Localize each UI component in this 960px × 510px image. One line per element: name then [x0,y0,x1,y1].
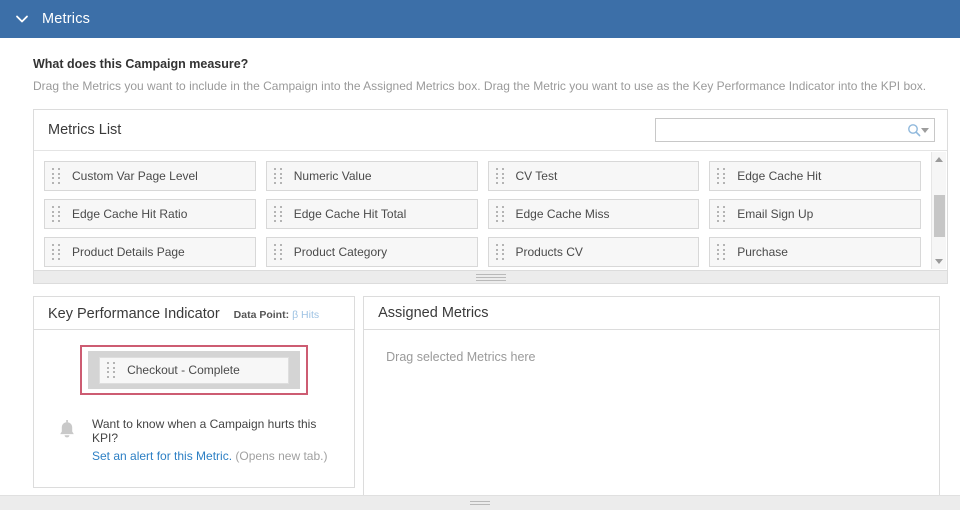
search-dropdown-icon[interactable] [921,127,929,133]
metric-label: Custom Var Page Level [72,169,198,183]
kpi-title: Key Performance Indicator [48,306,220,322]
intro-question: What does this Campaign measure? [33,57,249,71]
drag-handle-icon[interactable] [106,360,117,380]
data-point-value[interactable]: β Hits [292,309,319,321]
assigned-metrics-placeholder: Drag selected Metrics here [386,350,536,364]
metrics-list-resize-handle[interactable] [33,271,948,284]
assigned-metrics-panel: Assigned Metrics Drag selected Metrics h… [363,296,940,510]
kpi-header: Key Performance Indicator Data Point: β H… [33,296,356,329]
metrics-list-header: Metrics List [34,110,947,151]
drag-handle-icon[interactable] [495,166,506,186]
metric-chip[interactable]: Edge Cache Hit Ratio [44,199,256,229]
assigned-metrics-title: Assigned Metrics [378,305,489,321]
intro-description: Drag the Metrics you want to include in … [33,79,927,93]
metric-chip[interactable]: Edge Cache Miss [487,199,700,229]
metric-chip[interactable]: Edge Cache Hit [709,161,921,191]
scroll-down-icon[interactable] [932,254,947,269]
bell-icon [54,417,80,463]
metrics-list-title: Metrics List [48,122,122,138]
drag-handle-icon[interactable] [273,242,284,262]
search-icon[interactable] [907,123,921,137]
panel-resize-handle-bottom[interactable] [0,495,960,510]
metric-chip[interactable]: Custom Var Page Level [44,161,256,191]
metrics-list-panel: Metrics List Custom Var Page Level Numer… [33,109,948,271]
metric-chip[interactable]: Product Details Page [44,237,256,267]
metric-label: Products CV [515,245,583,259]
metric-chip[interactable]: Products CV [487,237,700,267]
page-title: Metrics [42,11,91,27]
metric-label: Edge Cache Hit Ratio [72,207,188,221]
resize-grip-icon [475,273,506,281]
metric-label: Edge Cache Miss [515,207,610,221]
metric-label: Numeric Value [293,169,372,183]
metric-chip[interactable]: Product Category [265,237,478,267]
metric-chip[interactable]: Email Sign Up [709,199,921,229]
metric-chip[interactable]: Purchase [709,237,921,267]
metrics-list-body: Custom Var Page Level Numeric Value CV T… [34,151,947,270]
drag-handle-icon[interactable] [495,242,506,262]
metric-chip[interactable]: Numeric Value [265,161,478,191]
search-input[interactable] [662,120,907,140]
kpi-drop-outline[interactable]: Checkout - Complete [80,345,309,395]
metrics-section-header[interactable]: Metrics [0,0,960,38]
drag-handle-icon[interactable] [716,204,727,224]
metrics-chip-grid: Custom Var Page Level Numeric Value CV T… [44,161,921,267]
metric-label: CV Test [515,169,558,183]
scrollbar-thumb[interactable] [933,195,945,237]
metric-chip[interactable]: Edge Cache Hit Total [265,199,478,229]
metrics-page: Metrics What does this Campaign measure?… [0,0,960,510]
metric-chip[interactable]: CV Test [487,161,700,191]
scrollbar-track[interactable] [932,167,947,254]
metric-label: Purchase [737,245,788,259]
kpi-selected-metric-label: Checkout - Complete [127,363,240,377]
metrics-search-box[interactable] [655,118,935,142]
drag-handle-icon[interactable] [51,242,62,262]
assigned-metrics-header: Assigned Metrics [363,296,940,329]
metrics-list-scrollbar[interactable] [931,152,946,269]
kpi-panel: Key Performance Indicator Data Point: β H… [33,296,356,510]
scroll-up-icon[interactable] [932,152,947,167]
assigned-metrics-drop-area[interactable]: Drag selected Metrics here [363,329,940,510]
resize-grip-icon [470,501,490,505]
drag-handle-icon[interactable] [495,204,506,224]
kpi-drop-area[interactable]: Checkout - Complete Want to know when a … [33,329,356,488]
drag-handle-icon[interactable] [716,242,727,262]
alert-note: (Opens new tab.) [235,449,328,463]
kpi-alert-row: Want to know when a Campaign hurts this … [54,417,344,463]
body-content: What does this Campaign measure? Drag th… [0,57,960,510]
data-point-label: Data Point: [233,309,290,321]
metric-label: Product Category [293,245,388,259]
kpi-selected-metric-chip[interactable]: Checkout - Complete [99,356,290,384]
set-alert-link[interactable]: Set an alert for this Metric. [92,449,232,463]
metric-label: Edge Cache Hit [737,169,822,183]
metric-label: Edge Cache Hit Total [293,207,407,221]
drag-handle-icon[interactable] [51,166,62,186]
drag-handle-icon[interactable] [716,166,727,186]
kpi-drop-inner[interactable]: Checkout - Complete [88,351,301,389]
kpi-alert-text: Want to know when a Campaign hurts this … [92,417,344,463]
metric-label: Email Sign Up [737,207,814,221]
metric-label: Product Details Page [72,245,185,259]
drag-handle-icon[interactable] [273,204,284,224]
chevron-down-icon[interactable] [14,11,30,27]
drag-handle-icon[interactable] [273,166,284,186]
drag-handle-icon[interactable] [51,204,62,224]
alert-question: Want to know when a Campaign hurts this … [92,417,317,445]
alert-action-line: Set an alert for this Metric. (Opens new… [92,449,344,463]
kpi-data-point: Data Point: β Hits [234,305,319,323]
bottom-panels: Key Performance Indicator Data Point: β H… [33,296,940,510]
